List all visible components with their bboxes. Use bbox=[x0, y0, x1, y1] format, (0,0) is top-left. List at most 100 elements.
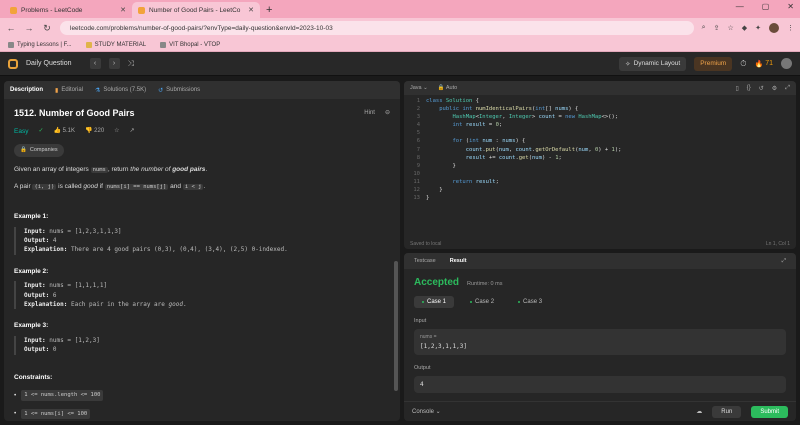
browser-tab-problems[interactable]: Problems - LeetCode ✕ bbox=[4, 2, 132, 18]
case-1-tab[interactable]: Case 1 bbox=[414, 296, 455, 308]
lock-icon: 🔒 bbox=[437, 85, 445, 91]
forward-icon[interactable]: → bbox=[24, 23, 34, 33]
leetcode-favicon-icon bbox=[138, 6, 145, 14]
text: and bbox=[168, 183, 183, 191]
star-icon[interactable]: ☆ bbox=[114, 127, 119, 136]
bullet-icon: • bbox=[14, 409, 17, 417]
pass-dot-icon bbox=[470, 301, 473, 303]
tab-submissions[interactable]: ↺ Submissions bbox=[158, 87, 200, 94]
pass-dot-icon bbox=[422, 301, 424, 303]
shuffle-icon[interactable]: ⤨ bbox=[128, 59, 134, 69]
inline-code: i < j bbox=[182, 184, 204, 191]
editor-footer: Saved to local Ln 1, Col 1 bbox=[410, 241, 790, 247]
like-count: 5.1K bbox=[62, 127, 75, 134]
code-area[interactable]: 1 2 3 4 5 6 7 8 9 10 11 12 13 class Solution { publi… bbox=[404, 95, 796, 202]
settings-icon[interactable]: ⚙ bbox=[772, 85, 777, 92]
back-icon[interactable]: ← bbox=[6, 23, 16, 33]
output-label: Output: bbox=[24, 291, 50, 299]
prev-question-button[interactable]: ‹ bbox=[89, 58, 101, 69]
close-tab-icon[interactable]: ✕ bbox=[120, 6, 126, 14]
user-avatar[interactable] bbox=[781, 58, 792, 69]
language-select[interactable]: Java ⌄ bbox=[410, 85, 428, 91]
bookmark-vtop[interactable]: VIT Bhopal - VTOP bbox=[160, 41, 221, 48]
profile-avatar[interactable] bbox=[769, 23, 779, 33]
hint-button[interactable]: Hint bbox=[364, 109, 375, 118]
new-tab-button[interactable]: + bbox=[260, 2, 278, 18]
next-question-button[interactable]: › bbox=[108, 58, 120, 69]
tab-solutions[interactable]: ⚗ Solutions (7.5K) bbox=[95, 87, 146, 94]
daily-question-title[interactable]: Daily Question bbox=[26, 60, 72, 67]
flask-icon: ⚗ bbox=[95, 87, 101, 94]
expand-icon[interactable]: ⤢ bbox=[782, 258, 786, 265]
case-tabs: Case 1 Case 2 Case 3 bbox=[414, 296, 786, 308]
console-toggle[interactable]: Console ⌄ bbox=[412, 408, 441, 415]
companies-tag[interactable]: 🔒 Companies bbox=[14, 144, 64, 157]
minimize-icon[interactable]: — bbox=[736, 2, 744, 11]
tab-result[interactable]: Result bbox=[450, 258, 467, 264]
maximize-icon[interactable]: ▢ bbox=[762, 2, 770, 11]
code-editor-pane: Java ⌄ 🔒 Auto ▯ {} ↺ ⚙ ⤢ 1 2 3 4 5 6 7 8 9 10 11 12… bbox=[404, 81, 796, 249]
console-label: Console bbox=[412, 409, 435, 415]
dislike-count: 220 bbox=[94, 127, 105, 134]
cloud-icon[interactable]: ☁ bbox=[696, 408, 702, 415]
pass-dot-icon bbox=[518, 301, 521, 303]
timer-icon[interactable]: ⏱ bbox=[740, 59, 746, 69]
result-footer: Console ⌄ ☁ Run Submit bbox=[404, 401, 796, 421]
bookmark-study[interactable]: STUDY MATERIAL bbox=[85, 41, 146, 48]
example-heading: Example 2: bbox=[14, 267, 49, 275]
browser-tab-good-pairs[interactable]: Number of Good Pairs - LeetCo ✕ bbox=[132, 2, 260, 18]
more-icon[interactable]: ⊖ bbox=[385, 109, 390, 118]
reset-icon[interactable]: ↺ bbox=[759, 85, 764, 92]
menu-icon[interactable]: ⋮ bbox=[787, 24, 794, 32]
dynamic-layout-button[interactable]: ✧ Dynamic Layout bbox=[619, 56, 687, 71]
inline-code: nums[i] == nums[j] bbox=[104, 184, 169, 191]
case-label: Case 2 bbox=[475, 299, 495, 305]
bookmark-label: VIT Bhopal - VTOP bbox=[169, 41, 221, 48]
scrollbar[interactable] bbox=[394, 261, 398, 391]
thumbs-down-icon: 👎 bbox=[84, 127, 93, 134]
input-value: [1,2,3,1,1,3] bbox=[420, 343, 467, 350]
problem-meta: Easy ✓ 👍 5.1K 👎 220 ☆ ↗ bbox=[14, 127, 390, 137]
bookmark-icon[interactable]: ▯ bbox=[735, 85, 738, 92]
case-3-tab[interactable]: Case 3 bbox=[510, 296, 550, 308]
bookmark-typing[interactable]: Typing Lessons | F... bbox=[8, 41, 72, 48]
tab-label: Submissions bbox=[166, 87, 201, 93]
url-field[interactable]: leetcode.com/problems/number-of-good-pai… bbox=[60, 21, 694, 35]
share-icon[interactable]: ⇪ bbox=[714, 24, 720, 32]
run-button[interactable]: Run bbox=[712, 405, 742, 418]
tab-description[interactable]: Description bbox=[10, 87, 43, 93]
share-icon[interactable]: ↗ bbox=[130, 127, 135, 136]
premium-button[interactable]: Premium bbox=[694, 56, 733, 71]
text: Given an array of integers bbox=[14, 165, 91, 173]
extension-icon[interactable]: ◆ bbox=[742, 24, 747, 32]
bookmark-star-icon[interactable]: ☆ bbox=[727, 24, 733, 32]
inline-code: (i, j) bbox=[32, 184, 57, 191]
case-label: Case 3 bbox=[523, 299, 543, 305]
explanation-label: Explanation: bbox=[24, 246, 68, 254]
braces-icon[interactable]: {} bbox=[747, 85, 751, 92]
reload-icon[interactable]: ↻ bbox=[42, 23, 52, 34]
example-explanation: There are 4 good pairs (0,3), (0,4), (3,… bbox=[67, 246, 288, 254]
book-icon: ▮ bbox=[55, 87, 59, 94]
difficulty-badge: Easy bbox=[14, 127, 29, 135]
leetcode-logo-icon[interactable] bbox=[8, 58, 18, 69]
zoom-icon[interactable]: ⌕ bbox=[702, 24, 706, 32]
streak-counter[interactable]: 🔥 71 bbox=[754, 60, 773, 68]
example-box: Input: nums = [1,2,3] Output: 0 bbox=[14, 336, 390, 355]
input-label: Input: bbox=[24, 282, 46, 290]
submit-button[interactable]: Submit bbox=[751, 405, 788, 418]
inline-code: nums bbox=[90, 166, 108, 173]
text: if bbox=[97, 183, 105, 191]
dislike-button[interactable]: 👎 220 bbox=[85, 127, 104, 136]
case-2-tab[interactable]: Case 2 bbox=[462, 296, 502, 308]
close-window-icon[interactable]: ✕ bbox=[787, 2, 794, 11]
tab-testcase[interactable]: Testcase bbox=[414, 258, 436, 264]
fullscreen-icon[interactable]: ⤢ bbox=[785, 85, 790, 92]
tab-editorial[interactable]: ▮ Editorial bbox=[55, 87, 83, 94]
mode-toggle[interactable]: 🔒 Auto bbox=[438, 85, 457, 91]
text: good bbox=[83, 183, 98, 191]
example-heading: Example 3: bbox=[14, 322, 49, 330]
close-tab-icon[interactable]: ✕ bbox=[248, 6, 254, 14]
like-button[interactable]: 👍 5.1K bbox=[53, 127, 75, 136]
puzzle-icon[interactable]: ✦ bbox=[755, 24, 761, 32]
